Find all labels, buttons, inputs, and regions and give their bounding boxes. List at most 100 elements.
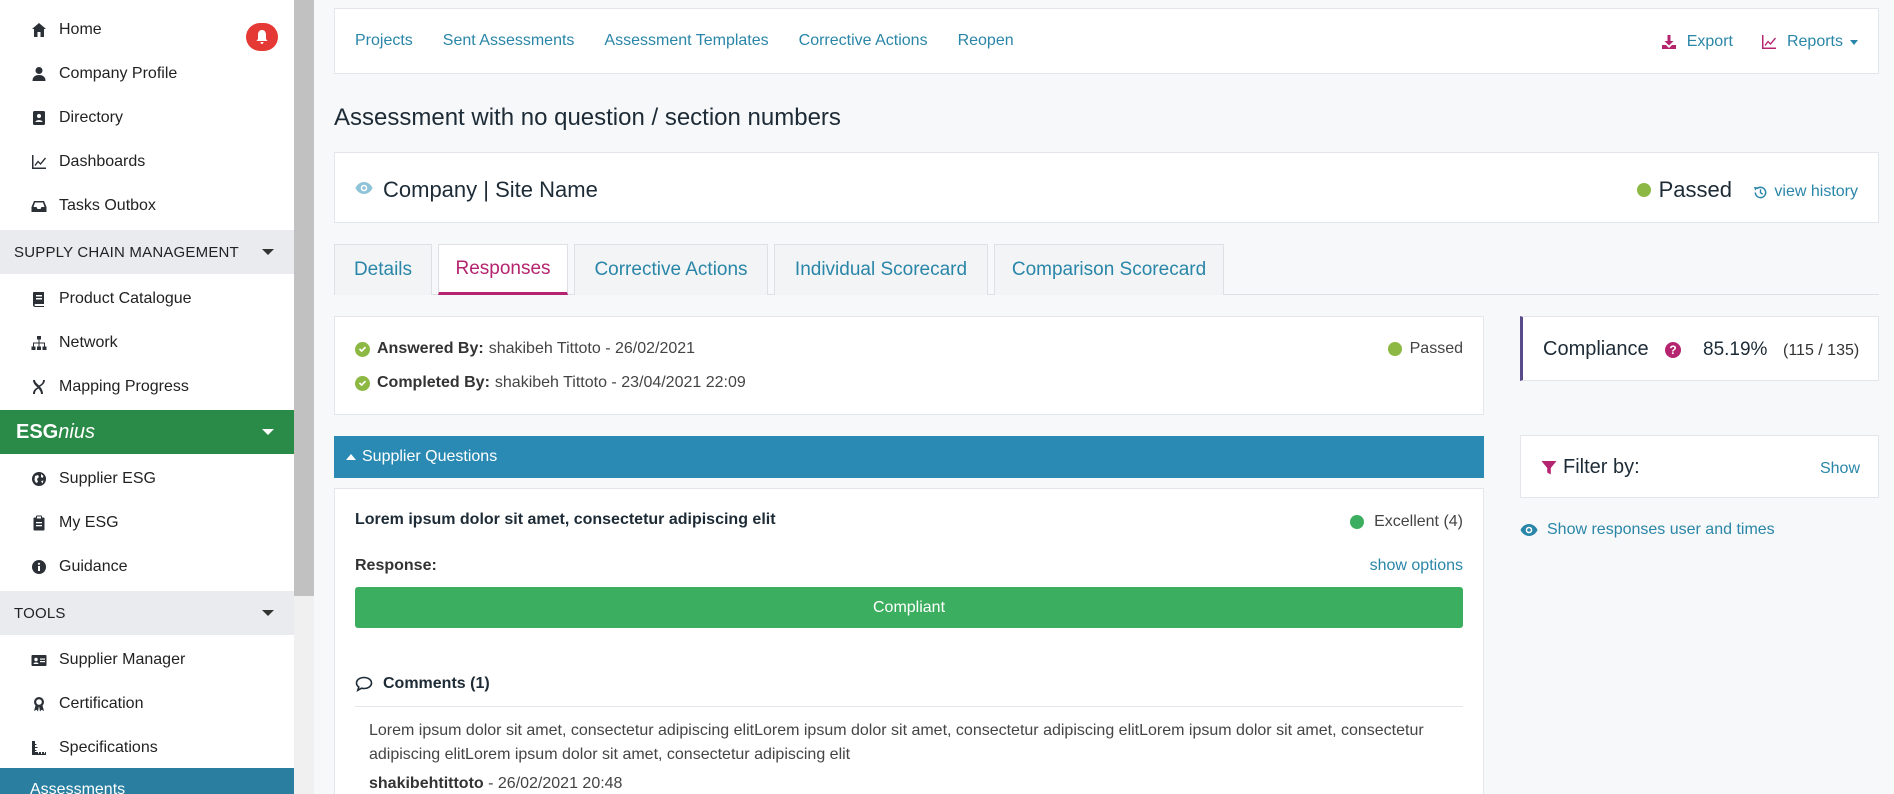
tab-individual-scorecard[interactable]: Individual Scorecard [774, 244, 988, 295]
bell-icon[interactable] [246, 23, 278, 51]
nav-link-corrective-actions[interactable]: Corrective Actions [799, 32, 928, 50]
sidebar: Home Company Profile Directory Dashboard… [0, 0, 294, 794]
home-icon [30, 21, 48, 39]
caret-down-icon [262, 610, 274, 616]
brand-logo: ESGnius [16, 421, 95, 444]
sidebar-item-supplier-esg[interactable]: Supplier ESG [0, 457, 294, 501]
sidebar-item-label: Specifications [59, 739, 158, 756]
check-circle-icon [355, 341, 370, 357]
comments-heading[interactable]: Comments (1) [355, 675, 490, 693]
info-icon [30, 558, 48, 576]
sidebar-item-label: My ESG [59, 514, 119, 531]
tab-bar: Details Responses Corrective Actions Ind… [334, 244, 1879, 295]
sitemap-icon [30, 334, 48, 352]
nav-link-assessment-templates[interactable]: Assessment Templates [604, 32, 768, 50]
comments-divider [355, 706, 1463, 707]
sidebar-item-tasks-outbox[interactable]: Tasks Outbox [0, 184, 294, 228]
compliance-ratio: (115 / 135) [1783, 342, 1860, 359]
status-label: Passed [1658, 177, 1732, 202]
response-value-bar: Compliant [355, 587, 1463, 628]
reports-label: Reports [1786, 33, 1843, 50]
nav-link-reopen[interactable]: Reopen [958, 32, 1014, 50]
ruler-icon [30, 739, 48, 757]
show-responses-link[interactable]: Show responses user and times [1520, 521, 1775, 539]
sidebar-item-label: Company Profile [59, 65, 178, 82]
check-circle-icon [355, 375, 370, 391]
sidebar-item-label: Product Catalogue [59, 290, 192, 307]
sidebar-item-specifications[interactable]: Specifications [0, 726, 294, 770]
sidebar-item-certification[interactable]: Certification [0, 682, 294, 726]
nav-link-sent-assessments[interactable]: Sent Assessments [443, 32, 575, 50]
sidebar-item-my-esg[interactable]: My ESG [0, 501, 294, 545]
caret-down-icon [262, 429, 274, 435]
sidebar-item-product-catalogue[interactable]: Product Catalogue [0, 277, 294, 321]
sidebar-item-network[interactable]: Network [0, 321, 294, 365]
question-card: Lorem ipsum dolor sit amet, consectetur … [334, 488, 1484, 794]
caret-down-icon [262, 249, 274, 255]
show-options-link[interactable]: show options [1370, 557, 1463, 575]
completed-by-row: Completed By: shakibeh Tittoto - 23/04/2… [355, 374, 746, 392]
filter-show-link[interactable]: Show [1820, 460, 1860, 478]
sidebar-item-label: Dashboards [59, 153, 146, 170]
comment-meta: shakibehtittoto - 26/02/2021 20:48 [369, 775, 622, 793]
user-icon [30, 65, 48, 83]
tab-comparison-scorecard[interactable]: Comparison Scorecard [994, 244, 1224, 295]
sidebar-item-label: Guidance [59, 558, 128, 575]
sidebar-item-mapping-progress[interactable]: Mapping Progress [0, 365, 294, 409]
sidebar-item-label: Tasks Outbox [59, 197, 156, 214]
answered-by-row: Answered By: shakibeh Tittoto - 26/02/20… [355, 340, 695, 358]
assessment-status: Passed [1636, 177, 1732, 203]
answered-by-value: shakibeh Tittoto - 26/02/2021 [488, 340, 696, 357]
sidebar-item-label: Assessments [30, 781, 126, 794]
sidebar-item-guidance[interactable]: Guidance [0, 545, 294, 589]
address-book-icon [30, 109, 48, 127]
clipboard-icon [30, 514, 48, 532]
sidebar-scrollbar-thumb[interactable] [294, 0, 314, 596]
comment-text: Lorem ipsum dolor sit amet, consectetur … [369, 722, 1424, 763]
tab-corrective-actions[interactable]: Corrective Actions [574, 244, 768, 295]
sidebar-item-supplier-manager[interactable]: Supplier Manager [0, 638, 294, 682]
history-icon [1754, 186, 1767, 198]
company-card: Company | Site Name Passed view history [334, 152, 1879, 223]
sidebar-section-label: SUPPLY CHAIN MANAGEMENT [14, 243, 239, 261]
filter-icon [1541, 460, 1557, 474]
sidebar-item-directory[interactable]: Directory [0, 96, 294, 140]
score-dot [1350, 515, 1365, 529]
answer-status: Passed [1387, 340, 1463, 358]
sidebar-item-label: Home [59, 21, 102, 38]
sidebar-item-assessments[interactable]: Assessments [0, 768, 294, 794]
sidebar-section-tools[interactable]: TOOLS [0, 591, 294, 635]
supplier-questions-header[interactable]: Supplier Questions [334, 436, 1484, 478]
status-dot [1387, 342, 1402, 356]
sidebar-item-label: Mapping Progress [59, 378, 189, 395]
eye-icon[interactable] [355, 181, 373, 195]
comment-author: shakibehtittoto [369, 775, 484, 792]
compliance-label: Compliance [1543, 338, 1649, 360]
status-dot [1636, 183, 1651, 197]
question-title: Lorem ipsum dolor sit amet, consectetur … [355, 511, 776, 528]
book-icon [30, 290, 48, 308]
sidebar-item-company-profile[interactable]: Company Profile [0, 52, 294, 96]
brand-bold: ESG [16, 420, 59, 443]
completed-by-value: shakibeh Tittoto - 23/04/2021 22:09 [494, 374, 746, 391]
question-circle-icon[interactable]: ? [1665, 342, 1681, 358]
caret-up-icon [346, 454, 356, 460]
view-history-link[interactable]: view history [1753, 183, 1858, 201]
sidebar-item-home[interactable]: Home [0, 8, 294, 52]
award-icon [30, 695, 48, 713]
question-score: Excellent (4) [1350, 513, 1463, 531]
page-title: Assessment with no question / section nu… [334, 104, 841, 131]
nav-link-projects[interactable]: Projects [355, 32, 413, 50]
export-button[interactable]: Export [1661, 33, 1733, 51]
filter-label-text: Filter by: [1563, 456, 1640, 478]
comment-date: - 26/02/2021 20:48 [483, 775, 623, 792]
sidebar-item-dashboards[interactable]: Dashboards [0, 140, 294, 184]
tab-responses[interactable]: Responses [438, 244, 568, 295]
esgnius-brand[interactable]: ESGnius [0, 410, 294, 454]
supplier-questions-label: Supplier Questions [362, 448, 498, 465]
caret-down-icon [1850, 39, 1858, 45]
answered-by-card: Answered By: shakibeh Tittoto - 26/02/20… [334, 316, 1484, 415]
tab-details[interactable]: Details [334, 244, 432, 295]
sidebar-section-supply-chain[interactable]: SUPPLY CHAIN MANAGEMENT [0, 230, 294, 274]
reports-dropdown[interactable]: Reports [1761, 33, 1858, 51]
